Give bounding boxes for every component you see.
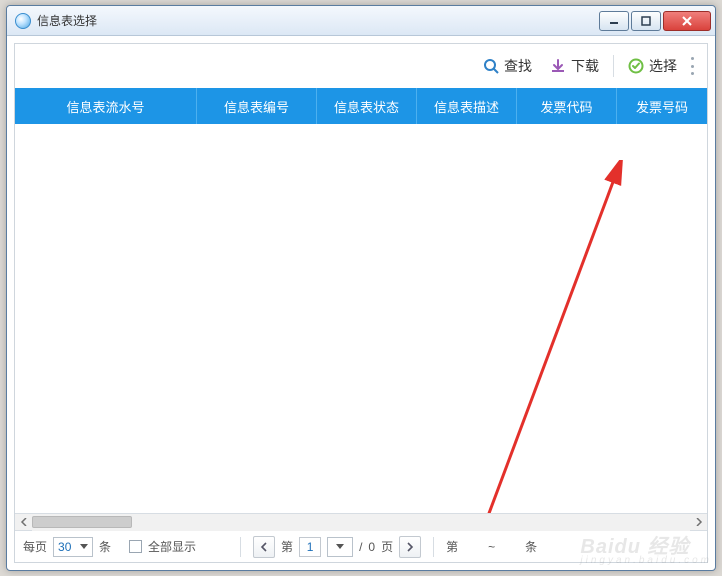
chevron-left-icon	[20, 518, 28, 526]
select-button[interactable]: 选择	[620, 52, 685, 80]
window-title: 信息表选择	[37, 12, 97, 29]
current-page-input[interactable]	[299, 537, 321, 557]
chevron-right-icon	[406, 542, 414, 552]
page-prefix: 第	[281, 538, 293, 555]
table-header[interactable]: 信息表编号	[197, 88, 317, 124]
download-button-label: 下载	[571, 56, 599, 76]
per-page-value: 30	[58, 540, 71, 554]
app-icon	[15, 13, 31, 29]
record-prefix: 第	[446, 538, 458, 555]
search-icon	[483, 58, 499, 74]
chevron-down-icon	[336, 544, 344, 549]
table-header[interactable]: 信息表状态	[317, 88, 417, 124]
search-button[interactable]: 查找	[475, 52, 540, 80]
scroll-thumb[interactable]	[32, 516, 132, 528]
check-circle-icon	[628, 58, 644, 74]
page-select[interactable]	[327, 537, 353, 557]
table-header[interactable]: 信息表流水号	[15, 88, 197, 124]
download-icon	[550, 58, 566, 74]
horizontal-scrollbar[interactable]	[15, 513, 707, 530]
maximize-icon	[641, 16, 651, 26]
client-area: 查找 下载 选择 信息表流水号 信息表编号 信息表状态 信息表描述 发票代码 发…	[14, 43, 708, 563]
minimize-icon	[609, 16, 619, 26]
show-all-checkbox[interactable]	[129, 540, 142, 553]
per-page-prefix: 每页	[23, 538, 47, 555]
pager-divider	[240, 537, 241, 557]
close-icon	[681, 16, 693, 26]
scroll-left-button[interactable]	[15, 514, 32, 531]
overflow-menu-icon[interactable]	[691, 55, 697, 77]
table-body	[15, 124, 707, 513]
annotation-arrow-icon	[459, 160, 659, 513]
toolbar-divider	[613, 55, 614, 77]
prev-page-button[interactable]	[253, 536, 275, 558]
per-page-select[interactable]: 30	[53, 537, 93, 557]
chevron-right-icon	[695, 518, 703, 526]
per-page-suffix: 条	[99, 538, 111, 555]
record-sep: ~	[488, 540, 495, 554]
record-suffix: 条	[525, 538, 537, 555]
total-pages: 0	[368, 540, 375, 554]
scroll-right-button[interactable]	[690, 514, 707, 531]
pager-divider	[433, 537, 434, 557]
next-page-button[interactable]	[399, 536, 421, 558]
table-header[interactable]: 信息表描述	[417, 88, 517, 124]
chevron-down-icon	[80, 544, 88, 549]
table-header-row: 信息表流水号 信息表编号 信息表状态 信息表描述 发票代码 发票号码	[15, 88, 707, 124]
table-header[interactable]: 发票代码	[517, 88, 617, 124]
app-window: 信息表选择 查找 下载	[6, 5, 716, 571]
minimize-button[interactable]	[599, 11, 629, 31]
select-button-label: 选择	[649, 56, 677, 76]
page-suffix: 页	[381, 538, 393, 555]
show-all-label: 全部显示	[148, 538, 196, 555]
titlebar[interactable]: 信息表选择	[7, 6, 715, 36]
scroll-track[interactable]	[32, 514, 690, 531]
search-button-label: 查找	[504, 56, 532, 76]
close-button[interactable]	[663, 11, 711, 31]
page-slash: /	[359, 540, 362, 554]
table-header[interactable]: 发票号码	[617, 88, 707, 124]
download-button[interactable]: 下载	[542, 52, 607, 80]
window-controls	[599, 11, 711, 31]
chevron-left-icon	[260, 542, 268, 552]
pager-bar: 每页 30 条 全部显示 第 / 0 页	[15, 530, 707, 562]
toolbar: 查找 下载 选择	[15, 44, 707, 88]
maximize-button[interactable]	[631, 11, 661, 31]
